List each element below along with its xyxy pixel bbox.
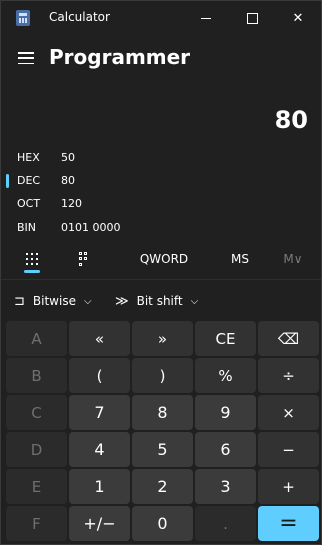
key-9[interactable]: 9 <box>195 395 256 430</box>
base-row-hex[interactable]: HEX 50 <box>1 147 321 169</box>
key-hex-d: D <box>6 432 67 467</box>
key-multiply[interactable]: × <box>258 395 319 430</box>
key-left-shift[interactable]: « <box>69 321 130 356</box>
calculator-window: Calculator ✕ Programmer 80 HEX 50 DEC 80… <box>0 0 322 545</box>
key-percent[interactable]: % <box>195 358 256 393</box>
title-bar: Calculator ✕ <box>1 1 321 35</box>
minimize-button[interactable] <box>183 1 229 35</box>
base-label: BIN <box>17 221 37 234</box>
separator <box>1 279 321 280</box>
base-value: 120 <box>61 197 82 210</box>
key-open-paren[interactable]: ( <box>69 358 130 393</box>
bit-shift-dropdown[interactable]: ≫ Bit shift ⌵ <box>115 291 198 311</box>
word-size-button[interactable]: QWORD <box>135 249 193 269</box>
mode-title: Programmer <box>49 45 191 69</box>
chevron-down-icon: ⌵ <box>190 295 199 307</box>
memory-view-button: M∨ <box>283 252 303 266</box>
key-4[interactable]: 4 <box>69 432 130 467</box>
bit-toggling-keypad-icon[interactable] <box>78 249 92 269</box>
base-value: 0101 0000 <box>61 221 121 234</box>
key-divide[interactable]: ÷ <box>258 358 319 393</box>
bitwise-dropdown[interactable]: ⊐ Bitwise ⌵ <box>14 291 92 311</box>
key-1[interactable]: 1 <box>69 469 130 504</box>
key-hex-a: A <box>6 321 67 356</box>
window-title: Calculator <box>49 10 110 24</box>
key-7[interactable]: 7 <box>69 395 130 430</box>
key-hex-b: B <box>6 358 67 393</box>
full-keypad-icon[interactable] <box>24 249 40 269</box>
key-5[interactable]: 5 <box>132 432 193 467</box>
calculator-app-icon <box>16 10 30 26</box>
key-close-paren[interactable]: ) <box>132 358 193 393</box>
base-value: 50 <box>61 151 75 164</box>
chevron-down-icon: ⌵ <box>83 295 92 307</box>
key-clear-entry[interactable]: CE <box>195 321 256 356</box>
selected-base-indicator <box>6 174 9 188</box>
active-tab-indicator <box>24 270 40 273</box>
bit-shift-icon: ≫ <box>115 293 129 309</box>
key-right-shift[interactable]: » <box>132 321 193 356</box>
close-button[interactable]: ✕ <box>275 1 321 35</box>
maximize-icon <box>246 12 258 24</box>
key-equals[interactable]: = <box>258 506 319 541</box>
base-label: DEC <box>17 174 41 187</box>
base-row-bin[interactable]: BIN 0101 0000 <box>1 217 321 239</box>
base-value: 80 <box>61 174 75 187</box>
base-row-oct[interactable]: OCT 120 <box>1 193 321 215</box>
bit-shift-label: Bit shift <box>136 294 183 308</box>
key-subtract[interactable]: − <box>258 432 319 467</box>
hamburger-menu-icon[interactable] <box>18 52 34 64</box>
key-hex-f: F <box>6 506 67 541</box>
key-2[interactable]: 2 <box>132 469 193 504</box>
maximize-button[interactable] <box>229 1 275 35</box>
key-6[interactable]: 6 <box>195 432 256 467</box>
minimize-icon <box>201 17 211 19</box>
key-8[interactable]: 8 <box>132 395 193 430</box>
backspace-icon[interactable]: ⌫ <box>258 321 319 356</box>
key-0[interactable]: 0 <box>132 506 193 541</box>
key-hex-e: E <box>6 469 67 504</box>
key-negate[interactable]: +/− <box>69 506 130 541</box>
key-add[interactable]: + <box>258 469 319 504</box>
memory-store-button[interactable]: MS <box>225 249 255 269</box>
base-label: OCT <box>17 197 41 210</box>
base-row-dec[interactable]: DEC 80 <box>1 170 321 192</box>
key-hex-c: C <box>6 395 67 430</box>
bitwise-label: Bitwise <box>32 294 76 308</box>
close-icon: ✕ <box>292 10 304 26</box>
key-3[interactable]: 3 <box>195 469 256 504</box>
base-label: HEX <box>17 151 40 164</box>
key-decimal: . <box>195 506 256 541</box>
result-display: 80 <box>274 106 308 134</box>
logic-gate-icon: ⊐ <box>14 293 25 309</box>
